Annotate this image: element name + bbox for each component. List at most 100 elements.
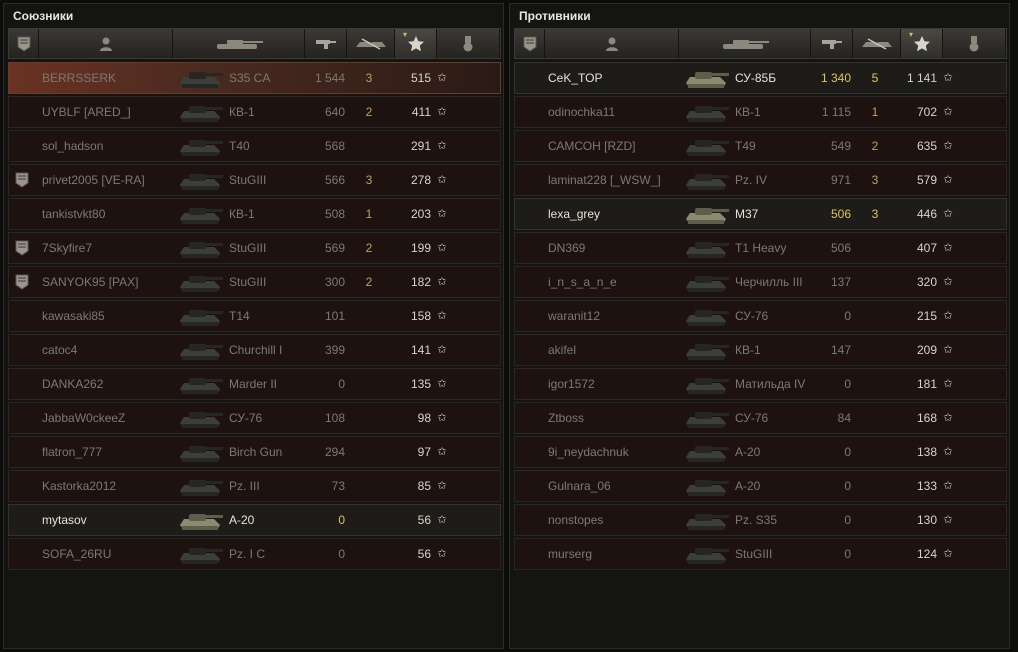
player-name: mytasov xyxy=(42,513,87,527)
player-row[interactable]: САМСОН [RZD] T49 549 2 635 ✩ xyxy=(514,130,1007,162)
experience-star-icon: ✩ xyxy=(943,174,953,186)
experience-value: 635 xyxy=(916,139,937,153)
player-name: SANYOK95 [PAX] xyxy=(42,275,139,289)
player-name: 9i_neydachnuk xyxy=(548,445,629,459)
player-row[interactable]: waranit12 СУ-76 0 215 ✩ xyxy=(514,300,1007,332)
player-name: i_n_s_a_n_e xyxy=(548,275,617,289)
player-row[interactable]: murserg StuGIII 0 124 ✩ xyxy=(514,538,1007,570)
player-row[interactable]: flatron_777 Birch Gun 294 97 ✩ xyxy=(8,436,501,468)
player-row[interactable]: lexa_grey M37 506 3 446 ✩ xyxy=(514,198,1007,230)
vehicle-icon xyxy=(175,369,227,399)
experience-star-icon: ✩ xyxy=(437,378,447,390)
player-row[interactable]: BERRSSERK S35 CA 1 544 3 515 ✩ xyxy=(8,62,501,94)
vehicle-icon xyxy=(681,539,733,569)
player-name: igor1572 xyxy=(548,377,595,391)
player-row[interactable]: 9i_neydachnuk A-20 0 138 ✩ xyxy=(514,436,1007,468)
enemies-panel: Противники ▾ CeK_TOP СУ-85Б 1 340 5 1 141 ✩ od… xyxy=(509,3,1010,649)
badge-cell xyxy=(11,63,33,93)
player-row[interactable]: UYBLF [ARED_] КВ-1 640 2 411 ✩ xyxy=(8,96,501,128)
experience-star-icon: ✩ xyxy=(943,446,953,458)
header-player-column[interactable] xyxy=(39,29,173,58)
experience-star-icon: ✩ xyxy=(437,412,447,424)
experience-value: 124 xyxy=(916,547,937,561)
header-kills-column[interactable] xyxy=(347,29,395,58)
player-row[interactable]: catoc4 Churchill I 399 141 ✩ xyxy=(8,334,501,366)
player-row[interactable]: akifel КВ-1 147 209 ✩ xyxy=(514,334,1007,366)
badge-cell xyxy=(517,199,539,229)
header-vehicle-column[interactable] xyxy=(679,29,811,58)
damage-value: 294 xyxy=(324,445,345,459)
player-row[interactable]: SANYOK95 [PAX] StuGIII 300 2 182 ✩ xyxy=(8,266,501,298)
player-row[interactable]: mytasov A-20 0 56 ✩ xyxy=(8,504,501,536)
player-name: privet2005 [VE-RA] xyxy=(42,173,145,187)
experience-star-icon: ✩ xyxy=(437,140,447,152)
header-experience-star-column[interactable]: ▾ xyxy=(395,29,437,58)
badge-cell xyxy=(517,539,539,569)
header-badge-column[interactable] xyxy=(9,29,39,58)
player-row[interactable]: laminat228 [_WSW_] Pz. IV 971 3 579 ✩ xyxy=(514,164,1007,196)
player-row[interactable]: Kastorka2012 Pz. III 73 85 ✩ xyxy=(8,470,501,502)
vehicle-icon xyxy=(175,199,227,229)
player-row[interactable]: DANKA262 Marder II 0 135 ✩ xyxy=(8,368,501,400)
player-row[interactable]: SOFA_26RU Pz. I C 0 56 ✩ xyxy=(8,538,501,570)
header-badge-column[interactable] xyxy=(515,29,545,58)
player-name: UYBLF [ARED_] xyxy=(42,105,131,119)
experience-value: 446 xyxy=(916,207,937,221)
experience-value: 98 xyxy=(417,411,431,425)
player-name: catoc4 xyxy=(42,343,78,357)
vehicle-icon xyxy=(175,403,227,433)
header-vehicle-column[interactable] xyxy=(173,29,305,58)
experience-value: 291 xyxy=(410,139,431,153)
player-row[interactable]: igor1572 Матильда IV 0 181 ✩ xyxy=(514,368,1007,400)
kills-icon xyxy=(355,37,386,50)
experience-value: 141 xyxy=(410,343,431,357)
damage-value: 506 xyxy=(830,207,851,221)
header-medal-column[interactable] xyxy=(943,29,1006,58)
badge-cell xyxy=(517,437,539,467)
kills-value xyxy=(863,505,887,535)
kills-value xyxy=(357,437,381,467)
sort-arrow-icon: ▾ xyxy=(403,30,408,39)
player-row[interactable]: privet2005 [VE-RA] StuGIII 566 3 278 ✩ xyxy=(8,164,501,196)
experience-star-icon: ✩ xyxy=(943,140,953,152)
player-name: sol_hadson xyxy=(42,139,104,153)
damage-value: 1 544 xyxy=(314,71,345,85)
header-experience-star-column[interactable]: ▾ xyxy=(901,29,943,58)
player-name: Kastorka2012 xyxy=(42,479,117,493)
player-name: DN369 xyxy=(548,241,586,255)
header-damage-column[interactable] xyxy=(811,29,853,58)
header-player-column[interactable] xyxy=(545,29,679,58)
player-row[interactable]: kawasaki85 T14 101 158 ✩ xyxy=(8,300,501,332)
player-row[interactable]: DN369 T1 Heavy 506 407 ✩ xyxy=(514,232,1007,264)
player-row[interactable]: JabbaW0ckeeZ СУ-76 108 98 ✩ xyxy=(8,402,501,434)
experience-value: 97 xyxy=(417,445,431,459)
player-row[interactable]: nonstopes Pz. S35 0 130 ✩ xyxy=(514,504,1007,536)
vehicle-icon xyxy=(681,131,733,161)
enemies-header: ▾ xyxy=(514,28,1007,59)
kills-value: 3 xyxy=(871,207,879,221)
player-row[interactable]: tankistvkt80 КВ-1 508 1 203 ✩ xyxy=(8,198,501,230)
kills-value xyxy=(863,471,887,501)
player-row[interactable]: Gulnara_06 A-20 0 133 ✩ xyxy=(514,470,1007,502)
player-row[interactable]: i_n_s_a_n_e Черчилль III 137 320 ✩ xyxy=(514,266,1007,298)
header-kills-column[interactable] xyxy=(853,29,901,58)
player-row[interactable]: odinochka11 КВ-1 1 115 1 702 ✩ xyxy=(514,96,1007,128)
kills-value xyxy=(863,301,887,331)
player-row[interactable]: sol_hadson T40 568 291 ✩ xyxy=(8,130,501,162)
vehicle-icon xyxy=(175,233,227,263)
player-row[interactable]: 7Skyfire7 StuGIII 569 2 199 ✩ xyxy=(8,232,501,264)
experience-star-icon: ✩ xyxy=(943,480,953,492)
vehicle-icon xyxy=(681,403,733,433)
header-damage-column[interactable] xyxy=(305,29,347,58)
header-medal-column[interactable] xyxy=(437,29,500,58)
kills-value: 1 xyxy=(365,207,373,221)
allies-panel: Союзники ▾ BERRSSERK S35 CA 1 544 3 515 ✩ UYBL… xyxy=(3,3,504,649)
experience-value: 133 xyxy=(916,479,937,493)
experience-star-icon: ✩ xyxy=(943,208,953,220)
allies-rows: BERRSSERK S35 CA 1 544 3 515 ✩ UYBLF [ARED_] КВ… xyxy=(8,62,501,572)
experience-star-icon: ✩ xyxy=(943,378,953,390)
kills-value xyxy=(863,539,887,569)
player-row[interactable]: CeK_TOP СУ-85Б 1 340 5 1 141 ✩ xyxy=(514,62,1007,94)
player-row[interactable]: Ztboss СУ-76 84 168 ✩ xyxy=(514,402,1007,434)
damage-value: 0 xyxy=(844,309,851,323)
